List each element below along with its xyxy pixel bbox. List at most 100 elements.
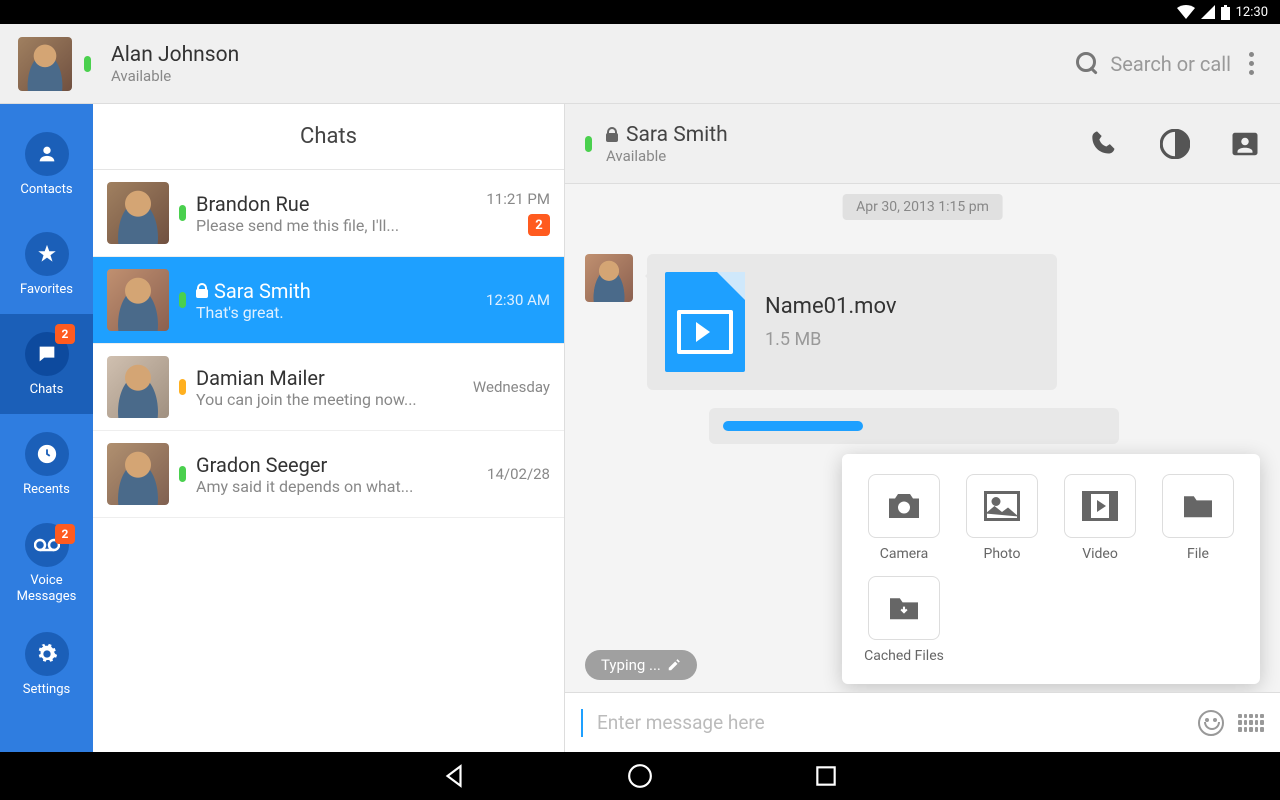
search-area[interactable]: Search or call: [1076, 52, 1231, 76]
current-user-status: Available: [111, 67, 1076, 85]
nav-label: Chats: [30, 382, 64, 397]
pencil-icon: [667, 658, 681, 672]
battery-icon: [1221, 5, 1230, 20]
recents-button[interactable]: [813, 763, 839, 789]
folder-icon: [1181, 492, 1215, 520]
conversation-subtitle: Available: [606, 147, 728, 165]
attach-label: File: [1187, 546, 1209, 562]
attach-photo[interactable]: Photo: [960, 474, 1044, 562]
unread-badge: 2: [528, 214, 550, 236]
nav-badge: 2: [55, 524, 75, 544]
chat-preview: Amy said it depends on what...: [196, 477, 487, 496]
nav-settings[interactable]: Settings: [0, 614, 93, 714]
current-user-name: Alan Johnson: [111, 43, 1076, 67]
nav-voice-messages[interactable]: Voice Messages 2: [0, 514, 93, 614]
chat-preview: You can join the meeting now...: [196, 390, 473, 409]
emoji-button[interactable]: [1198, 710, 1224, 736]
status-dot: [179, 205, 186, 221]
attach-label: Cached Files: [864, 648, 944, 664]
overflow-menu-button[interactable]: [1241, 52, 1262, 75]
contacts-icon: [25, 132, 69, 176]
presence-button[interactable]: [1160, 129, 1190, 159]
video-file-icon: [665, 272, 745, 372]
chat-preview: That's great.: [196, 303, 486, 322]
chat-name: Gradon Seeger: [196, 453, 327, 477]
nav-label: Contacts: [20, 182, 72, 197]
status-dot: [179, 466, 186, 482]
photo-icon: [984, 491, 1020, 521]
search-placeholder: Search or call: [1110, 52, 1231, 76]
conversation-title: Sara Smith: [626, 123, 728, 147]
nav-contacts[interactable]: Contacts: [0, 114, 93, 214]
chat-item[interactable]: Sara Smith That's great. 12:30 AM: [93, 257, 564, 344]
conversation-panel: Sara Smith Available Apr 30, 2013 1:15 p…: [565, 104, 1280, 752]
conversation-body: Apr 30, 2013 1:15 pm Name01.mov 1.5 MB: [565, 184, 1280, 692]
chat-avatar: [107, 443, 169, 505]
file-name: Name01.mov: [765, 294, 896, 319]
chat-name: Damian Mailer: [196, 366, 325, 390]
download-progress[interactable]: [709, 408, 1119, 444]
clock-icon: [25, 432, 69, 476]
attach-label: Photo: [984, 546, 1021, 562]
current-user-status-dot: [84, 56, 91, 72]
status-time: 12:30: [1236, 5, 1268, 20]
attach-camera[interactable]: Camera: [862, 474, 946, 562]
nav-chats[interactable]: Chats 2: [0, 314, 93, 414]
date-separator: Apr 30, 2013 1:15 pm: [842, 194, 1003, 220]
lock-icon: [196, 284, 208, 298]
attach-video[interactable]: Video: [1058, 474, 1142, 562]
typing-indicator: Typing ...: [585, 650, 697, 680]
chat-item[interactable]: Gradon Seeger Amy said it depends on wha…: [93, 431, 564, 518]
chat-time: 14/02/28: [487, 465, 550, 483]
gear-icon: [25, 632, 69, 676]
chat-item[interactable]: Brandon Rue Please send me this file, I'…: [93, 170, 564, 257]
nav-badge: 2: [55, 324, 75, 344]
contact-card-button[interactable]: [1230, 129, 1260, 159]
sidebar-nav: Contacts Favorites Chats 2 Recents Voice…: [0, 104, 93, 752]
chat-avatar: [107, 356, 169, 418]
contact-status-dot: [585, 136, 592, 152]
chat-list-title: Chats: [93, 104, 564, 170]
chat-avatar: [107, 182, 169, 244]
app-header: Alan Johnson Available Search or call: [0, 24, 1280, 104]
keyboard-button[interactable]: [1238, 714, 1264, 732]
attach-cached-files[interactable]: Cached Files: [862, 576, 946, 664]
status-dot: [179, 379, 186, 395]
progress-bar-fill: [723, 421, 863, 431]
message-row: Name01.mov 1.5 MB: [585, 254, 1260, 444]
chat-avatar: [107, 269, 169, 331]
video-icon: [1082, 491, 1118, 521]
attach-label: Camera: [880, 546, 929, 562]
chat-item[interactable]: Damian Mailer You can join the meeting n…: [93, 344, 564, 431]
chat-time: 12:30 AM: [486, 291, 550, 309]
chat-list-panel: Chats Brandon Rue Please send me this fi…: [93, 104, 565, 752]
conversation-header: Sara Smith Available: [565, 104, 1280, 184]
attach-file[interactable]: File: [1156, 474, 1240, 562]
file-size: 1.5 MB: [765, 329, 896, 350]
nav-recents[interactable]: Recents: [0, 414, 93, 514]
nav-favorites[interactable]: Favorites: [0, 214, 93, 314]
attach-label: Video: [1082, 546, 1118, 562]
chat-name: Brandon Rue: [196, 192, 309, 216]
chat-name: Sara Smith: [214, 279, 311, 303]
android-status-bar: 12:30: [0, 0, 1280, 24]
nav-label: Favorites: [20, 282, 73, 297]
nav-label: Settings: [23, 682, 70, 697]
home-button[interactable]: [627, 763, 653, 789]
status-dot: [179, 292, 186, 308]
chat-time: Wednesday: [473, 378, 550, 396]
message-input[interactable]: [597, 711, 1184, 734]
nav-label: Voice Messages: [0, 573, 93, 604]
lock-icon: [606, 128, 618, 142]
camera-icon: [886, 491, 922, 521]
back-button[interactable]: [441, 763, 467, 789]
current-user-avatar[interactable]: [18, 37, 72, 91]
input-cursor: [581, 709, 583, 737]
message-avatar: [585, 254, 633, 302]
chat-time: 11:21 PM: [486, 190, 550, 208]
wifi-icon: [1177, 5, 1195, 19]
attachment-menu: Camera Photo Video File: [842, 454, 1260, 684]
file-message-bubble[interactable]: Name01.mov 1.5 MB: [647, 254, 1057, 390]
call-button[interactable]: [1090, 129, 1120, 159]
search-icon: [1076, 52, 1100, 76]
